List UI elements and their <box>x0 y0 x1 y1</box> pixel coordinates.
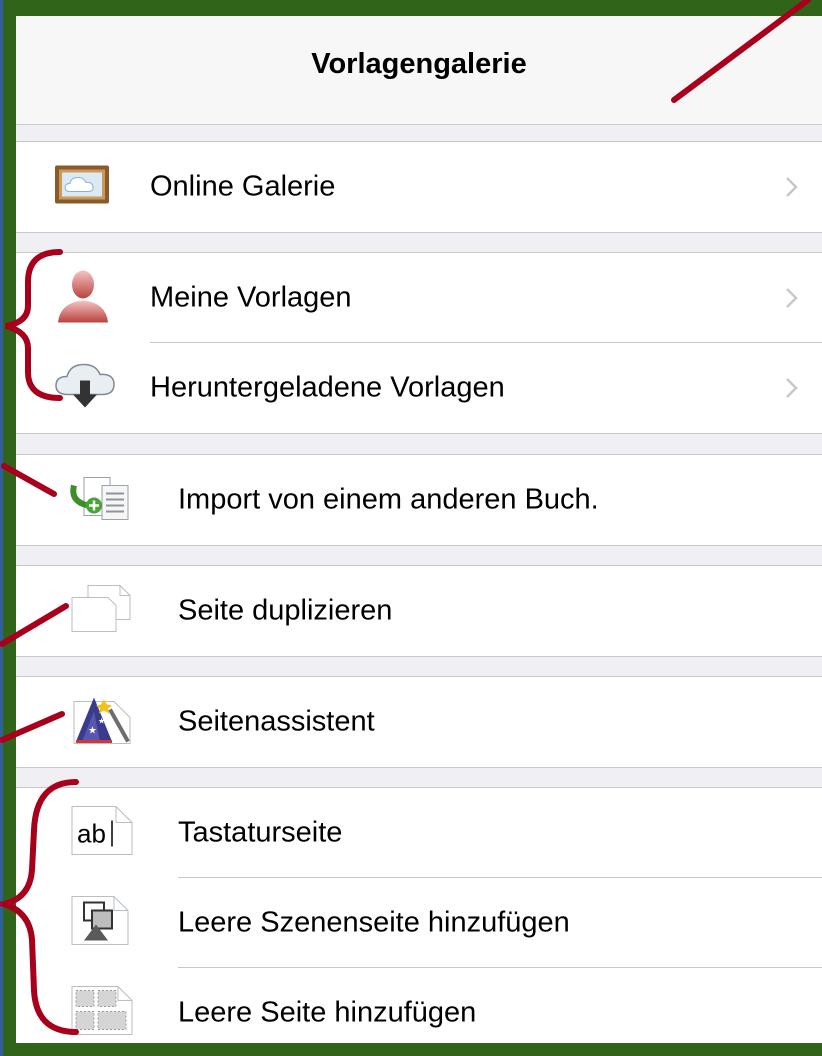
list-item-my-templates[interactable]: Meine Vorlagen <box>16 253 822 343</box>
list-item-downloaded-templates[interactable]: Heruntergeladene Vorlagen <box>16 343 822 433</box>
list-item-label: Leere Seite hinzufügen <box>178 996 477 1029</box>
group-import: Import von einem anderen Buch. <box>16 454 822 546</box>
chevron-right-icon <box>786 288 798 308</box>
list-item-label: Seite duplizieren <box>178 594 393 627</box>
list-item-page-assistant[interactable]: ★ ★ Seitenassistent <box>16 677 822 767</box>
blank-grid-page-icon <box>70 985 134 1042</box>
group-online: Online Galerie <box>16 141 822 233</box>
list-item-label: Seitenassistent <box>178 705 375 738</box>
list-item-label: Online Galerie <box>150 170 336 203</box>
group-assistant: ★ ★ Seitenassistent <box>16 676 822 768</box>
list-item-import-book[interactable]: Import von einem anderen Buch. <box>16 455 822 545</box>
list-item-online-gallery[interactable]: Online Galerie <box>16 142 822 232</box>
list-item-label: Heruntergeladene Vorlagen <box>150 371 505 404</box>
group-duplicate: Seite duplizieren <box>16 565 822 657</box>
list-item-label: Tastaturseite <box>178 816 343 849</box>
chevron-right-icon <box>786 378 798 398</box>
wizard-hat-icon: ★ ★ <box>70 694 132 751</box>
group-templates: Meine Vorlagen Heruntergeladene Vorlagen <box>16 252 822 434</box>
list-item-duplicate-page[interactable]: Seite duplizieren <box>16 566 822 656</box>
import-book-icon <box>70 474 130 527</box>
group-new-pages: ab Tastaturseite Leere Szenenseite hinzu… <box>16 787 822 1043</box>
duplicate-pages-icon <box>70 584 134 639</box>
list-item-label: Import von einem anderen Buch. <box>178 483 599 516</box>
keyboard-page-icon: ab <box>70 805 134 862</box>
template-gallery-panel: Vorlagengalerie Online Galerie Meine Vor… <box>16 16 822 1043</box>
list-item-label: Meine Vorlagen <box>150 281 352 314</box>
framed-cloud-icon <box>54 165 110 210</box>
list-item-keyboard-page[interactable]: ab Tastaturseite <box>16 788 822 878</box>
screenshot-frame: Vorlagengalerie Online Galerie Meine Vor… <box>0 0 822 1056</box>
cloud-download-icon <box>54 363 116 414</box>
list-item-scene-page[interactable]: Leere Szenenseite hinzufügen <box>16 878 822 968</box>
svg-text:ab: ab <box>77 819 106 849</box>
user-silhouette-icon <box>54 267 112 330</box>
scene-page-icon <box>70 895 130 952</box>
navigation-bar: Vorlagengalerie <box>16 16 822 125</box>
page-title: Vorlagengalerie <box>311 48 527 80</box>
chevron-right-icon <box>786 177 798 197</box>
svg-text:★: ★ <box>98 717 105 726</box>
svg-text:★: ★ <box>88 726 97 737</box>
list-item-blank-page[interactable]: Leere Seite hinzufügen <box>16 968 822 1043</box>
list-item-label: Leere Szenenseite hinzufügen <box>178 906 570 939</box>
